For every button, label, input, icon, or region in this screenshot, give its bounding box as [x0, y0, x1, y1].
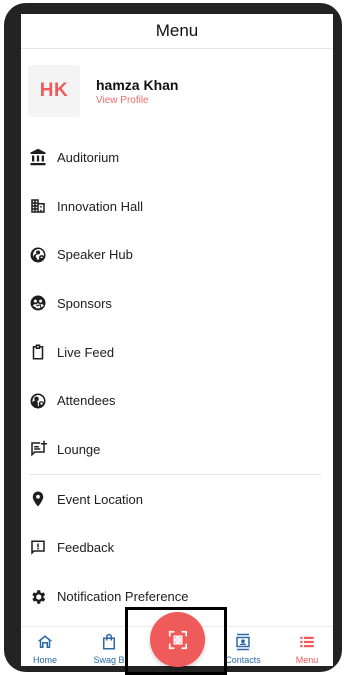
- auditorium-icon: [29, 148, 47, 166]
- menu-item-label: Attendees: [57, 393, 116, 409]
- gear-icon: [29, 588, 47, 606]
- menu-item-label: Speaker Hub: [57, 247, 133, 263]
- menu-item-label: Sponsors: [57, 295, 112, 311]
- nav-menu[interactable]: Menu: [277, 633, 333, 665]
- menu-item-label: Live Feed: [57, 344, 115, 360]
- menu-item-label: Lounge: [57, 441, 101, 457]
- menu-item-sponsors[interactable]: Sponsors: [21, 279, 333, 328]
- innovation-hall-icon: [29, 197, 47, 215]
- avatar[interactable]: HK: [28, 65, 80, 117]
- menu-header: Menu: [21, 14, 333, 49]
- nav-home-label: Home: [32, 655, 57, 665]
- scan-button-highlight: [125, 607, 227, 675]
- menu-item-attendees[interactable]: Attendees: [21, 376, 333, 425]
- page-title: Menu: [155, 21, 199, 40]
- menu-item-label: Notification Preference: [57, 589, 189, 605]
- menu-item-label: Feedback: [57, 540, 115, 556]
- profile-name: hamza Khan: [96, 76, 179, 93]
- menu-item-label: Auditorium: [57, 149, 120, 165]
- profile-section[interactable]: HK hamza Khan View Profile: [21, 49, 333, 133]
- nav-contacts-label: Contacts: [225, 655, 261, 665]
- chat-icon: [29, 440, 47, 458]
- app-screen: Menu HK hamza Khan View Profile Auditori…: [21, 14, 333, 666]
- menu-list: Auditorium Innovation Hall Speaker Hub S…: [21, 133, 333, 474]
- location-pin-icon: [29, 490, 47, 508]
- feedback-icon: [29, 539, 47, 557]
- menu-item-feedback[interactable]: Feedback: [21, 524, 333, 573]
- speaker-hub-icon: [29, 246, 47, 264]
- sponsors-icon: [29, 294, 47, 312]
- menu-item-speaker-hub[interactable]: Speaker Hub: [21, 230, 333, 279]
- menu-item-innovation-hall[interactable]: Innovation Hall: [21, 182, 333, 231]
- menu-item-label: Event Location: [57, 491, 144, 507]
- menu-item-label: Innovation Hall: [57, 198, 143, 214]
- attendees-icon: [29, 392, 47, 410]
- clipboard-icon: [29, 343, 47, 361]
- home-icon: [37, 635, 53, 648]
- menu-list-icon: [300, 636, 314, 648]
- menu-list-secondary: Event Location Feedback Notification Pre…: [21, 475, 333, 621]
- menu-item-live-feed[interactable]: Live Feed: [21, 328, 333, 377]
- bag-icon: [103, 633, 115, 650]
- view-profile-link[interactable]: View Profile: [96, 95, 178, 106]
- menu-item-event-location[interactable]: Event Location: [21, 475, 333, 524]
- profile-info: hamza Khan View Profile: [96, 77, 178, 106]
- nav-menu-label: Menu: [295, 655, 319, 665]
- contacts-icon: [236, 633, 250, 651]
- nav-home[interactable]: Home: [21, 633, 75, 665]
- menu-item-auditorium[interactable]: Auditorium: [21, 133, 333, 182]
- nav-swag-bag-label: Swag B: [93, 655, 125, 665]
- menu-item-lounge[interactable]: Lounge: [21, 425, 333, 474]
